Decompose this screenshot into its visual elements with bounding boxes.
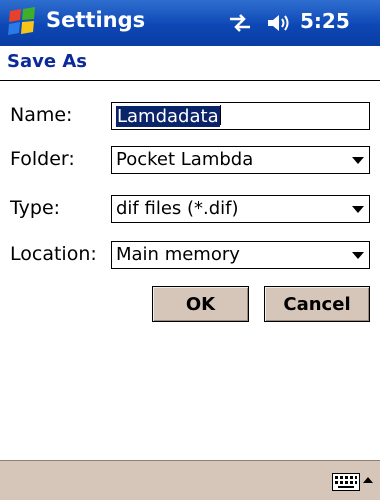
location-label: Location: [10, 243, 97, 265]
keyboard-icon[interactable] [332, 473, 360, 491]
folder-dropdown-value: Pocket Lambda [116, 149, 254, 170]
chevron-down-icon [352, 157, 364, 164]
name-input-value: Lamdadata [116, 106, 220, 127]
clock[interactable]: 5:25 [300, 9, 350, 33]
type-dropdown-value: dif files (*.dif) [116, 198, 239, 219]
input-panel-arrow-icon[interactable] [363, 475, 373, 485]
app-title: Settings [46, 8, 146, 32]
name-input[interactable]: Lamdadata [111, 102, 370, 130]
header-divider [0, 80, 380, 81]
name-label: Name: [10, 104, 73, 126]
chevron-down-icon [352, 252, 364, 259]
ok-button[interactable]: OK [152, 286, 249, 322]
folder-label: Folder: [10, 148, 75, 170]
location-dropdown-value: Main memory [116, 244, 240, 265]
menu-bar [0, 460, 380, 500]
windows-start-icon[interactable] [5, 5, 39, 39]
location-dropdown[interactable]: Main memory [111, 241, 370, 269]
text-caret [219, 105, 221, 125]
type-dropdown[interactable]: dif files (*.dif) [111, 195, 370, 223]
speaker-icon[interactable] [266, 12, 292, 34]
title-bar: Settings 5:25 [0, 0, 380, 46]
cancel-button[interactable]: Cancel [264, 286, 370, 322]
connectivity-icon[interactable] [228, 13, 252, 33]
folder-dropdown[interactable]: Pocket Lambda [111, 146, 370, 174]
type-label: Type: [10, 197, 61, 219]
chevron-down-icon [352, 206, 364, 213]
dialog-title: Save As [7, 51, 87, 72]
